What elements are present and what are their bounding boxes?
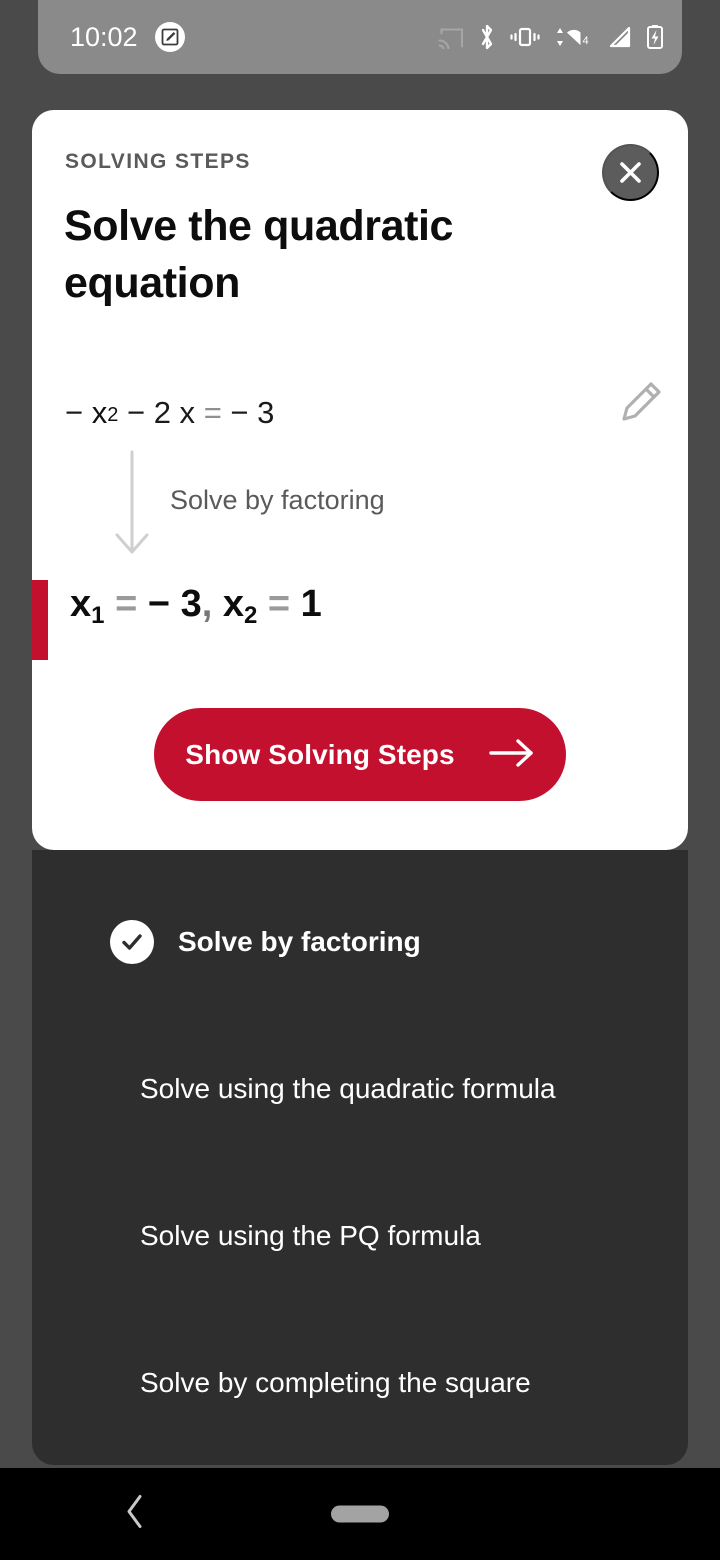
- status-bar: 10:02 4: [38, 0, 682, 74]
- method-item-label: Solve by factoring: [178, 926, 421, 957]
- status-bar-left: 10:02: [38, 22, 185, 53]
- method-item-pq-formula[interactable]: Solve using the PQ formula: [32, 1187, 688, 1285]
- equation-equals: =: [203, 395, 222, 430]
- method-item-completing-square[interactable]: Solve by completing the square: [32, 1334, 688, 1432]
- battery-charging-icon: [646, 24, 664, 50]
- status-bar-right: 4: [438, 23, 682, 51]
- equation-rhs: − 3: [230, 395, 275, 430]
- method-item-label: Solve using the quadratic formula: [140, 1073, 556, 1104]
- pencil-icon[interactable]: [615, 376, 667, 433]
- method-list: Solve by factoring Solve using the quadr…: [32, 850, 688, 1465]
- chevron-left-icon[interactable]: [122, 1492, 148, 1537]
- equation-term2: − 2 x: [126, 395, 196, 430]
- wifi-icon: 4: [554, 24, 594, 50]
- equation-variable: x: [91, 395, 108, 430]
- method-item-factoring[interactable]: Solve by factoring: [32, 893, 688, 991]
- vibrate-icon: [509, 25, 541, 49]
- method-item-quadratic-formula[interactable]: Solve using the quadratic formula: [32, 1040, 688, 1138]
- solution-var-1: x: [70, 583, 92, 625]
- solution-equals-1: =: [115, 583, 138, 625]
- close-icon[interactable]: [602, 144, 659, 201]
- solution-value-2: 1: [300, 583, 322, 625]
- solving-steps-card: SOLVING STEPS Solve the quadratic equati…: [32, 110, 688, 850]
- solution-var-2: x: [222, 583, 244, 625]
- signal-icon: [607, 25, 633, 49]
- svg-text:4: 4: [583, 35, 589, 47]
- down-arrow-icon: [110, 450, 154, 565]
- page-title: Solve the quadratic equation: [64, 202, 454, 307]
- solution-sub-2: 2: [243, 602, 258, 629]
- solution-separator: ,: [201, 583, 213, 625]
- android-nav-bar: [0, 1468, 720, 1560]
- solution-sub-1: 1: [91, 602, 105, 629]
- screenshot-edit-icon[interactable]: [154, 22, 185, 52]
- method-item-label: Solve using the PQ formula: [140, 1220, 481, 1251]
- equation-row[interactable]: − x2 − 2 x = − 3: [65, 378, 661, 448]
- right-arrow-icon: [488, 738, 535, 771]
- solution-accent-bar: [32, 580, 48, 660]
- solution-equals-2: =: [267, 583, 291, 625]
- cast-icon: [438, 25, 465, 49]
- equation-expression: − x2 − 2 x = − 3: [65, 395, 274, 431]
- card-kicker: SOLVING STEPS: [65, 150, 251, 173]
- status-bar-clock: 10:02: [70, 21, 138, 52]
- equation-lhs-sign: −: [65, 395, 84, 430]
- home-pill[interactable]: [331, 1505, 389, 1523]
- step-method-label: Solve by factoring: [170, 485, 385, 515]
- check-circle-icon: [110, 920, 154, 964]
- solution-expression: x1 = − 3, x2 = 1: [70, 583, 322, 629]
- solution-value-1: − 3: [147, 583, 202, 625]
- equation-exponent: 2: [107, 404, 119, 426]
- bluetooth-icon: [478, 23, 496, 51]
- show-solving-steps-button[interactable]: Show Solving Steps: [154, 708, 566, 801]
- method-item-label: Solve by completing the square: [140, 1367, 531, 1398]
- app-screen: 10:02 4 SOLVING STEPS Solve the quadrati…: [0, 0, 720, 1560]
- cta-label: Show Solving Steps: [185, 738, 455, 770]
